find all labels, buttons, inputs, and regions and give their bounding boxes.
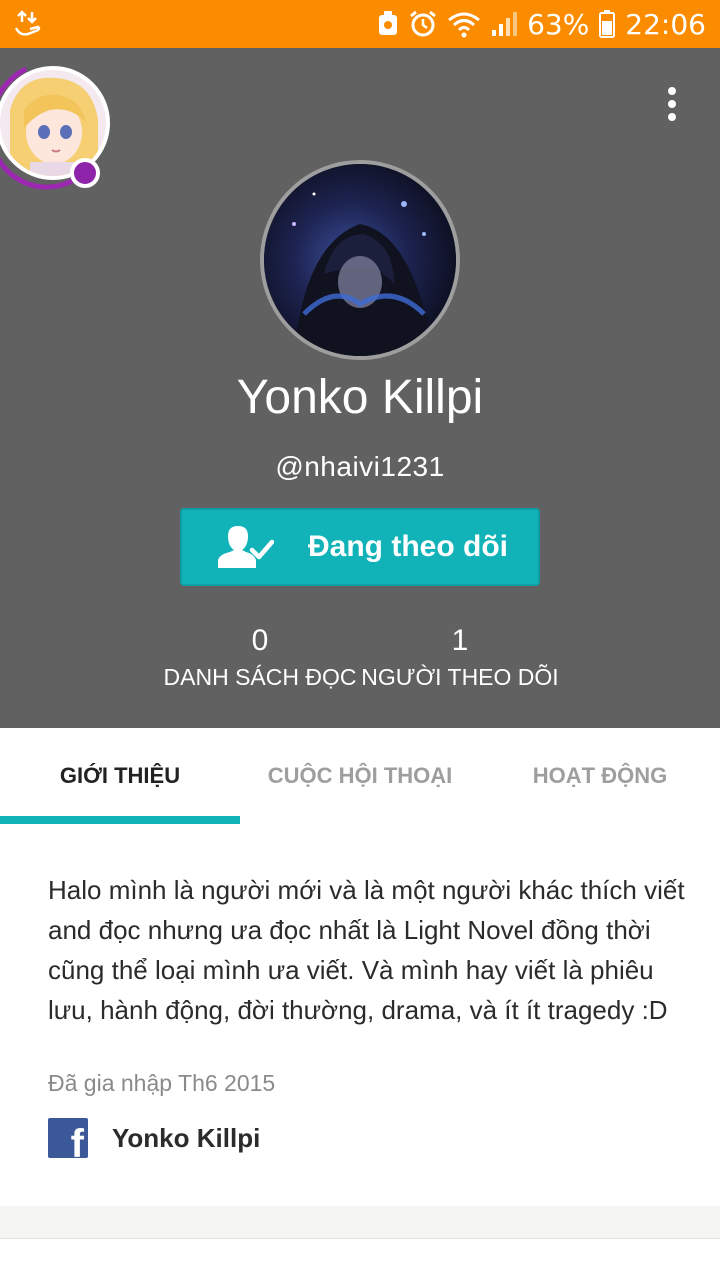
reading-lists-label: DANH SÁCH ĐỌC xyxy=(163,664,357,690)
user-check-icon xyxy=(218,526,274,568)
following-button-label: Đang theo dõi xyxy=(308,530,508,563)
display-name: Yonko Killpi xyxy=(236,371,484,424)
status-bar: 63% 22:06 xyxy=(0,0,720,48)
profile-tabs: GIỚI THIỆU CUỘC HỘI THOẠI HOẠT ĐỘNG xyxy=(0,728,720,824)
active-tab-indicator xyxy=(0,816,240,824)
clock: 22:06 xyxy=(625,7,706,41)
facebook-icon: f xyxy=(48,1118,88,1158)
facebook-link[interactable]: f Yonko Killpi xyxy=(48,1118,260,1158)
wifi-icon xyxy=(448,12,480,38)
tab-conversations[interactable]: CUỘC HỘI THOẠI xyxy=(240,728,480,824)
signal-icon xyxy=(492,12,518,36)
battery-icon xyxy=(599,10,616,38)
reading-lists-stat[interactable]: 0 DANH SÁCH ĐỌC xyxy=(160,624,360,691)
alarm-icon xyxy=(410,10,436,37)
joined-date: Đã gia nhập Th6 2015 xyxy=(48,1070,276,1096)
facebook-name: Yonko Killpi xyxy=(112,1122,261,1153)
username: @nhaivi1231 xyxy=(275,451,445,482)
more-options-icon[interactable] xyxy=(652,84,692,124)
bio-text: Halo mình là người mới và là một người k… xyxy=(48,875,685,1025)
profile-header: Yonko Killpi @nhaivi1231 Đang theo dõi 0… xyxy=(0,43,720,728)
about-section: Halo mình là người mới và là một người k… xyxy=(0,824,720,1206)
tab-activity[interactable]: HOẠT ĐỘNG xyxy=(480,728,720,824)
followers-stat[interactable]: 1 NGƯỜI THEO DÕI xyxy=(360,624,560,691)
followers-label: NGƯỜI THEO DÕI xyxy=(361,664,559,690)
android-app-icon xyxy=(379,11,398,35)
divider-line xyxy=(0,1238,720,1239)
status-dot xyxy=(70,158,100,188)
battery-percent: 63% xyxy=(527,7,590,41)
followers-count: 1 xyxy=(451,624,469,657)
section-divider xyxy=(0,1206,720,1238)
upload-download-icon xyxy=(14,8,42,40)
reading-lists-count: 0 xyxy=(251,624,269,657)
following-button[interactable]: Đang theo dõi xyxy=(180,508,540,586)
tab-about[interactable]: GIỚI THIỆU xyxy=(0,728,240,824)
profile-avatar xyxy=(260,160,460,360)
